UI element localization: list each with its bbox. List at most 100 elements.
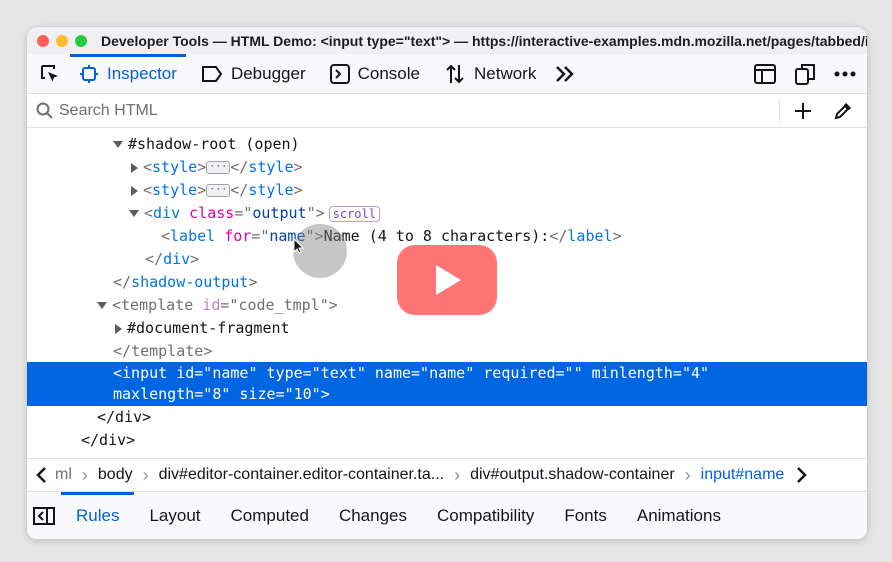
element-picker-button[interactable] [30,54,70,94]
element-picker-icon [41,64,58,81]
tab-computed[interactable]: Computed [216,492,324,539]
tab-fonts[interactable]: Fonts [549,492,622,539]
div-tag-close: div [163,250,191,268]
expand-toggle[interactable] [97,302,107,309]
div-close-text: </div> [97,408,152,426]
zoom-window-button[interactable] [75,34,87,47]
tree-node-input-selected[interactable]: <input id="name" type="text" name="name"… [27,362,867,406]
shadow-root-text: #shadow-root (open) [128,135,300,153]
add-node-button[interactable] [791,94,815,128]
chevron-left-icon [36,467,46,483]
breadcrumb-item-html[interactable]: ml [55,466,72,484]
devtools-toolbar: Inspector Debugger Console Network [27,53,867,94]
breadcrumb-scroll-left[interactable] [35,466,47,484]
more-tools-button[interactable] [545,54,585,94]
plus-icon [795,103,811,119]
close-window-button[interactable] [37,34,49,47]
for-attr: for [224,227,252,245]
tab-debugger-label: Debugger [230,63,306,83]
breadcrumb-separator: › [81,464,88,485]
div-tag: div [153,204,181,222]
style-tag-open: style [152,181,198,199]
chevron-right-icon [797,467,808,483]
breadcrumb-item-output[interactable]: div#output.shadow-container [470,466,675,484]
double-chevron-right-icon [556,65,575,82]
class-value: output [252,204,307,222]
class-attr: class [189,204,235,222]
tab-inspector[interactable]: Inspector [70,53,186,94]
tab-network[interactable]: Network [435,54,545,94]
collapse-toggle[interactable] [131,185,138,196]
ellipsis-badge[interactable]: ··· [206,184,231,197]
toolbar-right-controls [745,54,867,94]
tab-compatibility[interactable]: Compatibility [422,492,549,539]
window-controls [37,34,87,47]
search-icon [36,102,53,119]
tab-rules[interactable]: Rules [61,492,135,539]
sidebar-tabs: Rules Layout Computed Changes Compatibil… [27,492,867,539]
responsive-design-icon [754,64,776,84]
input-line-1: <input id="name" type="text" name="name"… [113,364,710,382]
tab-network-label: Network [473,63,537,83]
id-attr: id [202,296,221,314]
sidebar-toggle-icon [33,506,55,525]
video-play-button[interactable] [397,245,497,315]
tab-console[interactable]: Console [321,54,429,94]
breadcrumb-scroll-right[interactable] [796,466,808,484]
input-line-2: maxlength="8" size="10"> [113,385,330,403]
shadow-output-tag: shadow-output [131,273,249,291]
markup-tree: #shadow-root (open) <style> ··· </style> <… [27,128,867,453]
scroll-badge[interactable]: scroll [328,205,380,222]
tab-animations[interactable]: Animations [622,492,736,539]
search-html-input[interactable] [59,101,739,120]
style-tag-close: style [248,158,294,176]
play-icon [436,265,461,295]
tree-node-document-fragment[interactable]: #document-fragment [27,317,867,340]
dock-icon [795,64,815,85]
search-divider [779,100,780,122]
style-tag-close: style [248,181,294,199]
tab-console-label: Console [357,63,420,83]
minimize-window-button[interactable] [56,34,68,47]
style-tag-open: style [152,158,198,176]
breadcrumb-item-body[interactable]: body [98,466,133,484]
tab-inspector-label: Inspector [107,63,177,83]
expand-toggle[interactable] [129,210,139,217]
more-options-icon [834,71,856,77]
template-tag: template [121,296,194,314]
tree-node-div-close-2[interactable]: </div> [27,406,867,429]
more-options-button[interactable] [825,54,865,94]
label-tag-open: label [170,227,216,245]
collapse-toggle[interactable] [115,323,122,334]
tab-changes[interactable]: Changes [324,492,422,539]
expand-toggle[interactable] [113,141,123,148]
tab-debugger[interactable]: Debugger [192,54,315,94]
dock-button[interactable] [785,54,825,94]
color-picker-button[interactable] [831,94,855,128]
debugger-icon [201,65,223,83]
tree-node-shadow-root[interactable]: #shadow-root (open) [27,133,867,156]
tree-node-style-1[interactable]: <style> ··· </style> [27,156,867,179]
window-title: Developer Tools — HTML Demo: <input type… [101,32,867,49]
ellipsis-badge[interactable]: ··· [206,161,231,174]
tab-layout[interactable]: Layout [134,492,215,539]
collapse-toggle[interactable] [131,162,138,173]
label-text: Name (4 to 8 characters): [323,227,550,245]
toggle-sidebar-button[interactable] [27,492,61,539]
document-fragment-text: #document-fragment [127,319,290,337]
breadcrumb-item-editor-container[interactable]: div#editor-container.editor-container.ta… [159,466,445,484]
id-value: code_tmpl [238,296,320,314]
tree-node-style-2[interactable]: <style> ··· </style> [27,179,867,202]
tree-node-div-output[interactable]: <div class="output"> scroll [27,202,867,225]
eyedropper-icon [834,102,852,120]
tree-node-div-close-3[interactable]: </div> [27,429,867,452]
breadcrumb-item-input[interactable]: input#name [701,466,785,484]
responsive-design-button[interactable] [745,54,785,94]
div-close-text: </div> [81,431,136,449]
breadcrumb-separator: › [454,464,461,485]
breadcrumb-separator: › [142,464,149,485]
network-icon [444,63,466,85]
search-bar [27,94,867,128]
mouse-pointer-icon [293,238,305,254]
tree-node-template-close[interactable]: </template> [27,340,867,363]
